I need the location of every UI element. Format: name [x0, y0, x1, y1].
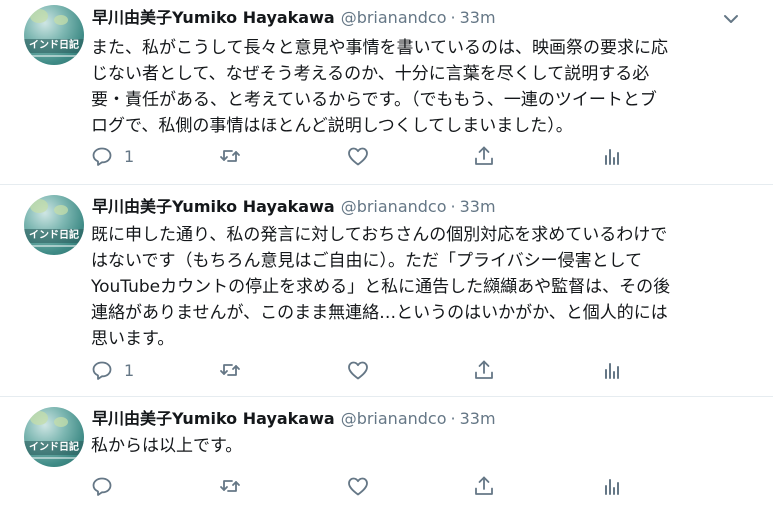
avatar[interactable]: インド日記 — [24, 407, 84, 467]
avatar[interactable]: インド日記 — [24, 5, 84, 65]
reply-icon — [92, 477, 112, 496]
share-button[interactable] — [472, 358, 496, 382]
tweet[interactable]: インド日記 早川由美子Yumiko Hayakawa @brianandco · 33… — [0, 397, 773, 518]
tweet[interactable]: インド日記 早川由美子Yumiko Hayakawa @brianandco · 33… — [0, 0, 773, 185]
share-button[interactable] — [472, 144, 496, 168]
tweet-header: 早川由美子Yumiko Hayakawa @brianandco · 33m — [92, 6, 496, 30]
tweet-text-line: 要・責任がある、と考えているからです。（でももう、一連のツイートとブ — [91, 90, 657, 110]
tweet-text: 私からは以上です。 — [91, 433, 756, 459]
tweet-text-line: 既に申した通り、私の発言に対しておちさんの個別対応を求めているわけで — [91, 225, 668, 245]
author-name[interactable]: 早川由美子Yumiko Hayakawa — [92, 8, 335, 27]
avatar[interactable]: インド日記 — [24, 195, 84, 255]
analytics-button[interactable] — [600, 144, 624, 168]
chevron-down-icon[interactable] — [722, 10, 740, 28]
author-handle[interactable]: @brianandco — [341, 8, 447, 27]
retweet-icon — [220, 480, 240, 492]
author-handle[interactable]: @brianandco — [341, 409, 447, 428]
timestamp[interactable]: 33m — [460, 197, 496, 216]
retweet-button[interactable] — [218, 144, 242, 168]
heart-icon — [348, 477, 368, 496]
like-button[interactable] — [346, 144, 370, 168]
analytics-button[interactable] — [600, 358, 624, 382]
share-icon — [475, 146, 493, 165]
reply-button[interactable] — [90, 474, 124, 498]
avatar-caption: インド日記 — [24, 441, 84, 455]
heart-icon — [348, 361, 368, 380]
tweet-text: 既に申した通り、私の発言に対しておちさんの個別対応を求めているわけで はないです… — [91, 222, 756, 352]
tweet-header: 早川由美子Yumiko Hayakawa @brianandco · 33m — [92, 407, 496, 431]
like-button[interactable] — [346, 474, 370, 498]
reply-icon — [92, 147, 112, 166]
heart-icon — [348, 147, 368, 166]
analytics-button[interactable] — [600, 474, 624, 498]
timestamp[interactable]: 33m — [460, 409, 496, 428]
reply-button[interactable]: 1 — [90, 144, 134, 168]
tweet-text-line: はないです（もちろん意見はご自由に）。ただ「プライバシー侵害として — [91, 251, 643, 271]
reply-button[interactable]: 1 — [90, 358, 134, 382]
tweet-text-line: 私からは以上です。 — [91, 436, 243, 456]
share-icon — [475, 476, 493, 495]
retweet-icon — [220, 364, 240, 376]
share-icon — [475, 360, 493, 379]
analytics-icon — [605, 149, 619, 165]
tweet-text-line: YouTubeカウントの停止を求める」と私に通告した纐纈あや監督は、その後 — [91, 277, 671, 297]
author-handle[interactable]: @brianandco — [341, 197, 447, 216]
avatar-caption: インド日記 — [24, 39, 84, 53]
avatar-caption: インド日記 — [24, 229, 84, 243]
like-button[interactable] — [346, 358, 370, 382]
share-button[interactable] — [472, 474, 496, 498]
tweet-text-line: じない者として、なぜそう考えるのか、十分に言葉を尽くして説明する必 — [91, 64, 650, 84]
retweet-button[interactable] — [218, 474, 242, 498]
reply-count: 1 — [124, 146, 135, 166]
analytics-icon — [605, 479, 619, 495]
tweet-header: 早川由美子Yumiko Hayakawa @brianandco · 33m — [92, 195, 496, 219]
separator-dot: · — [450, 8, 456, 27]
reply-count: 1 — [124, 360, 135, 380]
timestamp[interactable]: 33m — [460, 8, 496, 27]
tweet[interactable]: インド日記 早川由美子Yumiko Hayakawa @brianandco · 33… — [0, 185, 773, 397]
reply-icon — [92, 361, 112, 380]
tweet-text-line: また、私がこうして長々と意見や事情を書いているのは、映画祭の要求に応 — [91, 38, 668, 58]
tweet-text-line: ログで、私側の事情はほとんど説明しつくしてしまいました）。 — [91, 116, 573, 136]
author-name[interactable]: 早川由美子Yumiko Hayakawa — [92, 197, 335, 216]
separator-dot: · — [450, 409, 456, 428]
tweet-text: また、私がこうして長々と意見や事情を書いているのは、映画祭の要求に応 じない者と… — [91, 35, 756, 139]
author-name[interactable]: 早川由美子Yumiko Hayakawa — [92, 409, 335, 428]
separator-dot: · — [450, 197, 456, 216]
retweet-button[interactable] — [218, 358, 242, 382]
analytics-icon — [605, 363, 619, 379]
tweet-text-line: 連絡がありませんが、このまま無連絡…というのはいかがか、と個人的には — [91, 303, 668, 323]
tweet-text-line: 思います。 — [91, 329, 175, 349]
retweet-icon — [220, 150, 240, 162]
